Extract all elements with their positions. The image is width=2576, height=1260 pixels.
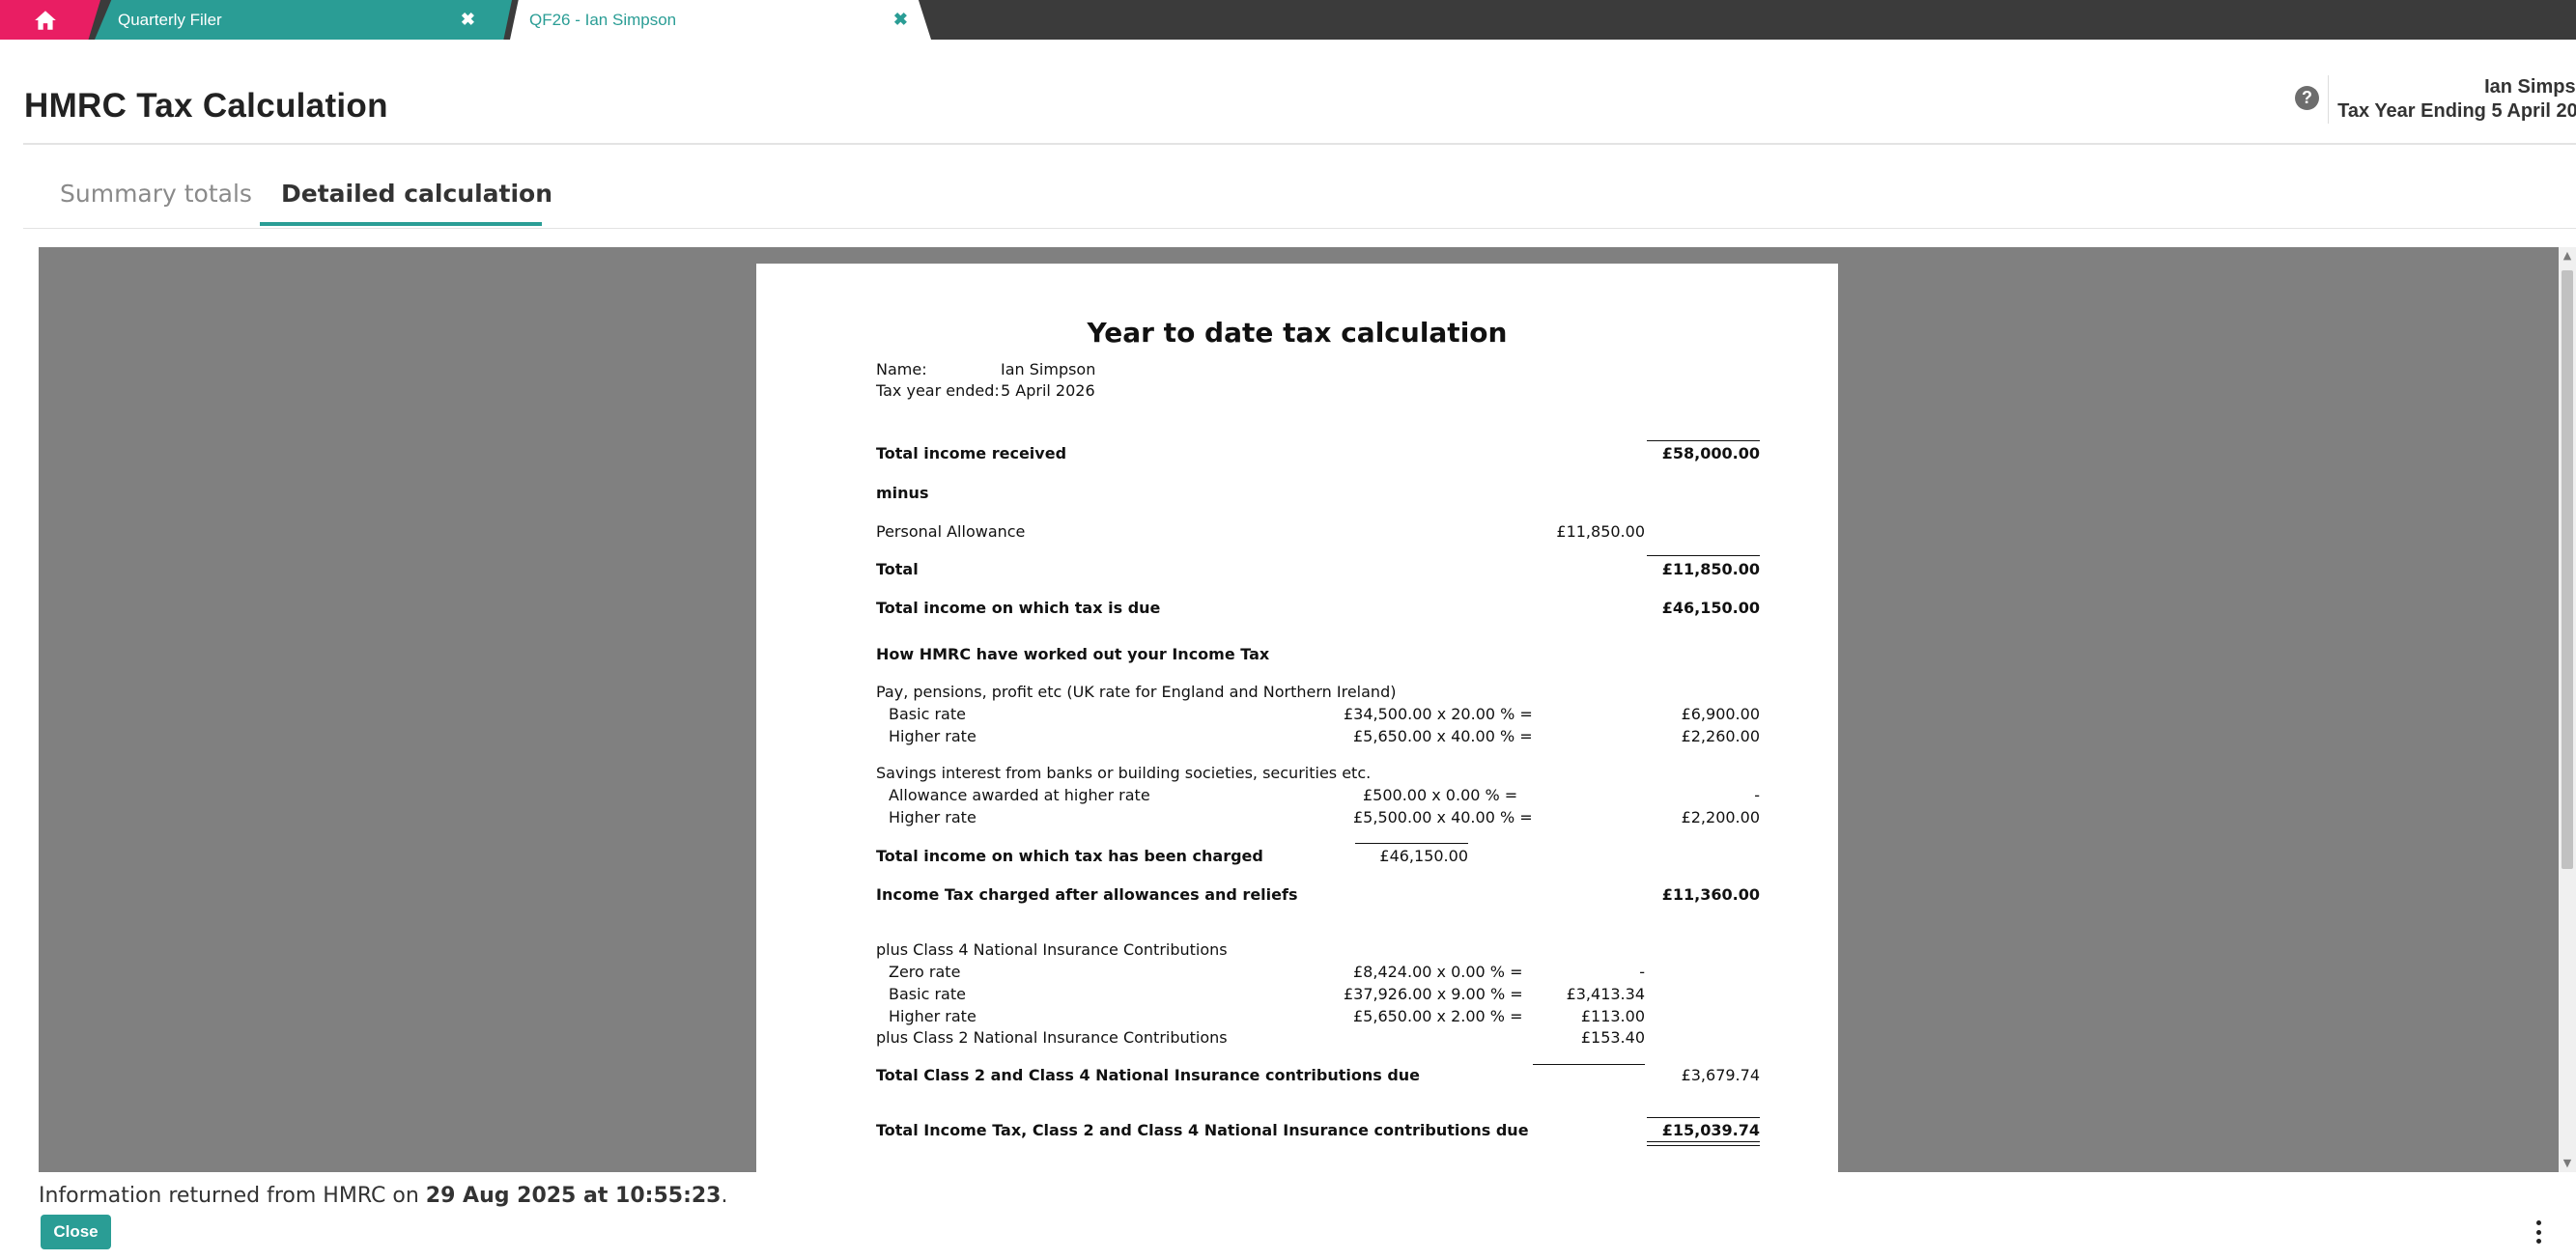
kebab-menu-icon[interactable] bbox=[2534, 1220, 2542, 1244]
class2-label: plus Class 2 National Insurance Contribu… bbox=[876, 1028, 1228, 1047]
class4-higher-value: £113.00 bbox=[1580, 1007, 1645, 1025]
client-name: Ian Simpson bbox=[2484, 76, 2576, 98]
tab-detailed-calculation[interactable]: Detailed calculation bbox=[281, 180, 552, 208]
savings-heading: Savings interest from banks or building … bbox=[876, 764, 1372, 782]
rule bbox=[1647, 1117, 1760, 1118]
taxable-income-value: £46,150.00 bbox=[1661, 599, 1760, 617]
tax-charged-on-label: Total income on which tax has been charg… bbox=[876, 847, 1263, 865]
pay-higher-value: £2,260.00 bbox=[1681, 727, 1760, 745]
total-income-received-label: Total income received bbox=[876, 444, 1067, 462]
rule bbox=[1647, 440, 1760, 441]
income-tax-charged-label: Income Tax charged after allowances and … bbox=[876, 885, 1298, 904]
income-tax-charged-value: £11,360.00 bbox=[1661, 885, 1760, 904]
pay-heading: Pay, pensions, profit etc (UK rate for E… bbox=[876, 683, 1397, 701]
total-label: Total bbox=[876, 560, 919, 578]
savings-higher-value: £2,200.00 bbox=[1681, 808, 1760, 826]
help-icon[interactable]: ? bbox=[2295, 86, 2319, 110]
close-icon[interactable]: ✖ bbox=[893, 10, 908, 30]
taxable-income-label: Total income on which tax is due bbox=[876, 599, 1161, 617]
app-tab-bar: Quarterly Filer ✖ QF26 - Ian Simpson ✖ bbox=[0, 0, 2576, 40]
savings-higher-label: Higher rate bbox=[889, 808, 977, 826]
tab-label: QF26 - Ian Simpson bbox=[529, 10, 677, 29]
info-timestamp: 29 Aug 2025 at 10:55:23 bbox=[425, 1184, 722, 1208]
minus-label: minus bbox=[876, 484, 929, 502]
tab-quarterly-filer[interactable]: Quarterly Filer ✖ bbox=[95, 0, 512, 40]
pay-higher-label: Higher rate bbox=[889, 727, 977, 745]
pay-higher-calc: £5,650.00 x 40.00 % = bbox=[1353, 727, 1533, 745]
active-tab-indicator bbox=[260, 222, 542, 226]
savings-allowance-value: - bbox=[1754, 786, 1760, 804]
grand-total-label: Total Income Tax, Class 2 and Class 4 Na… bbox=[876, 1121, 1529, 1139]
rule bbox=[1355, 843, 1468, 844]
name-value: Ian Simpson bbox=[1001, 360, 1096, 378]
grand-total-value: £15,039.74 bbox=[1661, 1121, 1760, 1139]
home-icon bbox=[35, 10, 56, 30]
personal-allowance-label: Personal Allowance bbox=[876, 522, 1026, 541]
pay-basic-value: £6,900.00 bbox=[1681, 705, 1760, 723]
class4-zero-label: Zero rate bbox=[889, 963, 961, 981]
scroll-up-arrow-icon[interactable]: ▲ bbox=[2559, 247, 2576, 265]
header-divider-line bbox=[23, 143, 2576, 145]
tab-label: Quarterly Filer bbox=[118, 10, 222, 29]
info-suffix: . bbox=[721, 1184, 728, 1208]
class4-basic-value: £3,413.34 bbox=[1566, 985, 1645, 1003]
info-prefix: Information returned from HMRC on bbox=[39, 1184, 426, 1208]
close-button[interactable]: Close bbox=[41, 1215, 111, 1249]
page-title: HMRC Tax Calculation bbox=[24, 87, 388, 125]
ni-total-label: Total Class 2 and Class 4 National Insur… bbox=[876, 1066, 1421, 1084]
tab-qf26-ian-simpson[interactable]: QF26 - Ian Simpson ✖ bbox=[510, 0, 931, 40]
total-value: £11,850.00 bbox=[1661, 560, 1760, 578]
tax-year-value: 5 April 2026 bbox=[1001, 381, 1095, 400]
ni-total-value: £3,679.74 bbox=[1681, 1066, 1760, 1084]
name-label: Name: bbox=[876, 360, 927, 378]
savings-allowance-label: Allowance awarded at higher rate bbox=[889, 786, 1150, 804]
rule bbox=[1647, 555, 1760, 556]
pdf-viewer[interactable]: Year to date tax calculation Name: Ian S… bbox=[39, 247, 2559, 1172]
rule bbox=[1533, 1064, 1645, 1065]
class4-basic-label: Basic rate bbox=[889, 985, 966, 1003]
pay-basic-calc: £34,500.00 x 20.00 % = bbox=[1344, 705, 1533, 723]
header-divider bbox=[2328, 75, 2329, 124]
client-info: Ian Simpson Tax Year Ending 5 April 2026 bbox=[2337, 75, 2576, 124]
tax-charged-on-value: £46,150.00 bbox=[1379, 847, 1468, 865]
class2-value: £153.40 bbox=[1580, 1028, 1645, 1047]
tax-year-ending: Tax Year Ending 5 April 2026 bbox=[2337, 100, 2576, 122]
home-tab[interactable] bbox=[0, 0, 100, 40]
class4-higher-label: Higher rate bbox=[889, 1007, 977, 1025]
close-icon[interactable]: ✖ bbox=[461, 10, 475, 30]
total-income-received-value: £58,000.00 bbox=[1661, 444, 1760, 462]
pay-basic-label: Basic rate bbox=[889, 705, 966, 723]
scroll-thumb[interactable] bbox=[2562, 270, 2573, 869]
tabs-divider-line bbox=[23, 228, 2576, 229]
savings-higher-calc: £5,500.00 x 40.00 % = bbox=[1353, 808, 1533, 826]
class4-heading: plus Class 4 National Insurance Contribu… bbox=[876, 940, 1228, 959]
viewer-scrollbar[interactable]: ▲ ▼ bbox=[2559, 247, 2576, 1172]
savings-allowance-calc: £500.00 x 0.00 % = bbox=[1363, 786, 1518, 804]
personal-allowance-value: £11,850.00 bbox=[1556, 522, 1645, 541]
scroll-down-arrow-icon[interactable]: ▼ bbox=[2559, 1155, 2576, 1172]
tax-year-label: Tax year ended: bbox=[876, 381, 1000, 400]
tax-calculation-document: Year to date tax calculation Name: Ian S… bbox=[756, 264, 1838, 1172]
tab-summary-totals[interactable]: Summary totals bbox=[60, 180, 252, 208]
class4-zero-value: - bbox=[1639, 963, 1645, 981]
double-rule bbox=[1647, 1141, 1760, 1146]
hmrc-info-text: Information returned from HMRC on 29 Aug… bbox=[39, 1184, 728, 1208]
how-worked-out-heading: How HMRC have worked out your Income Tax bbox=[876, 645, 1270, 663]
document-title: Year to date tax calculation bbox=[1087, 317, 1508, 349]
